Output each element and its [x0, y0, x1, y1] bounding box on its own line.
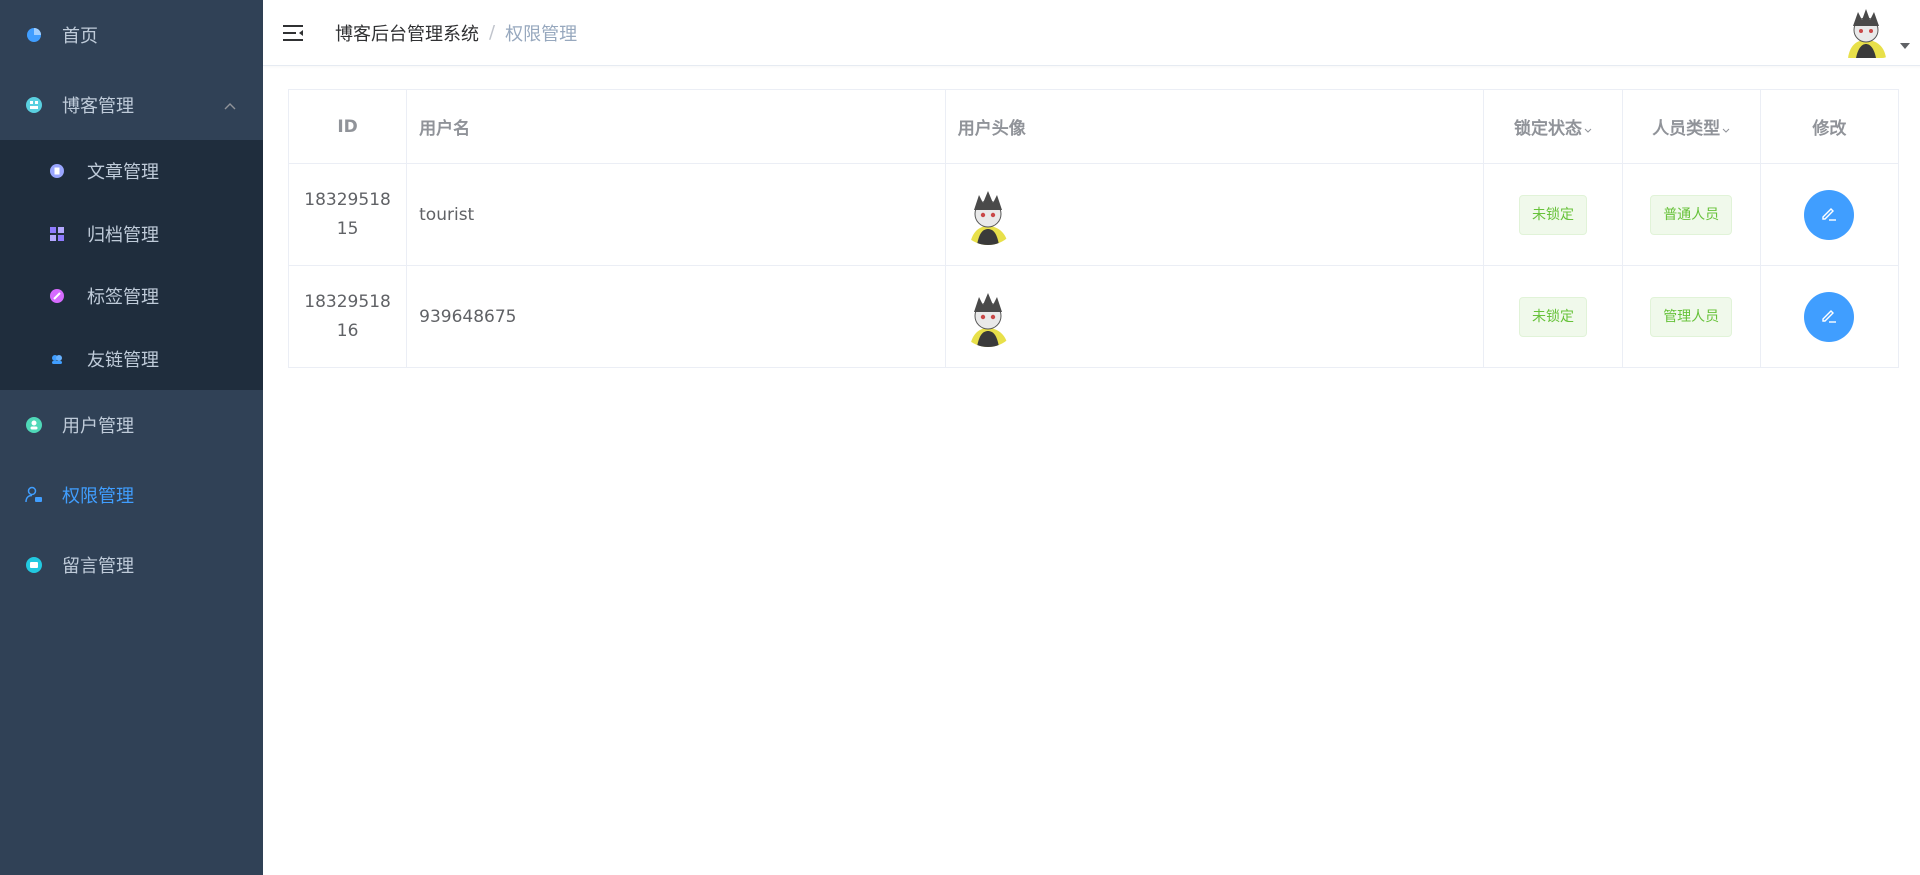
table-body: 1832951815 tourist 未锁定 普通人员 1832951816 9… [287, 163, 1900, 368]
cell-lock-status: 未锁定 [1483, 265, 1623, 368]
cell-edit [1759, 163, 1900, 266]
edit-icon [1820, 306, 1838, 327]
cell-id: 1832951816 [287, 265, 408, 368]
hamburger-icon[interactable] [283, 23, 305, 43]
sidebar-item-articles[interactable]: 文章管理 [0, 140, 263, 203]
permission-icon [25, 486, 43, 504]
tag-icon [50, 289, 64, 304]
sidebar-item-users[interactable]: 用户管理 [0, 390, 263, 460]
cell-avatar [944, 265, 1485, 368]
sidebar-item-label: 用户管理 [62, 416, 134, 437]
role-badge: 普通人员 [1650, 194, 1733, 235]
column-header-username: 用户名 [406, 89, 946, 164]
column-header-edit: 修改 [1759, 89, 1900, 164]
cell-edit [1759, 265, 1900, 368]
app-root: 首页 博客管理 文章管理 归档管理 标签管理 友链管理 用户管理 权限管理 留言… [0, 0, 1920, 875]
breadcrumb-separator: / [489, 22, 496, 43]
navbar: 博客后台管理系统 / 权限管理 [263, 0, 1920, 66]
sidebar-item-permissions[interactable]: 权限管理 [0, 460, 263, 530]
breadcrumb: 博客后台管理系统 / 权限管理 [335, 20, 577, 46]
cell-user-type: 普通人员 [1621, 163, 1761, 266]
sidebar-item-label: 友链管理 [87, 349, 159, 371]
filter-chevron-icon[interactable] [1722, 119, 1730, 139]
cell-avatar [944, 163, 1485, 266]
breadcrumb-current: 权限管理 [505, 23, 578, 45]
filter-chevron-icon[interactable] [1584, 119, 1592, 139]
column-header-label: 人员类型 [1652, 119, 1721, 139]
user-menu[interactable] [1840, 6, 1910, 58]
friend-link-icon [50, 352, 64, 366]
article-icon [50, 164, 64, 179]
edit-button[interactable] [1804, 189, 1855, 240]
table-row: 1832951815 tourist 未锁定 普通人员 [287, 163, 1900, 266]
message-icon [25, 556, 43, 574]
column-header-user-type[interactable]: 人员类型 [1621, 89, 1761, 164]
status-badge: 未锁定 [1519, 296, 1588, 337]
main-area: 博客后台管理系统 / 权限管理 ID 用户名 用户头像 锁定状态 人员类型 修改… [263, 0, 1920, 875]
avatar[interactable] [1840, 6, 1892, 58]
cell-id: 1832951815 [287, 163, 408, 266]
column-header-lock-status[interactable]: 锁定状态 [1483, 89, 1623, 164]
status-badge: 未锁定 [1519, 194, 1588, 235]
sidebar-item-label: 权限管理 [62, 486, 134, 507]
blog-icon [25, 96, 43, 114]
blog-submenu: 文章管理 归档管理 标签管理 友链管理 [0, 140, 263, 390]
cell-username: tourist [406, 163, 946, 266]
sidebar-item-home[interactable]: 首页 [0, 0, 263, 70]
cell-username: 939648675 [406, 265, 946, 368]
sidebar-item-messages[interactable]: 留言管理 [0, 530, 263, 600]
sidebar-item-friend-links[interactable]: 友链管理 [0, 328, 263, 391]
permissions-table: ID 用户名 用户头像 锁定状态 人员类型 修改 1832951815 tour… [287, 89, 1900, 368]
sidebar-item-label: 留言管理 [62, 556, 134, 577]
sidebar-item-label: 首页 [62, 26, 98, 47]
edit-button[interactable] [1804, 291, 1855, 342]
sidebar: 首页 博客管理 文章管理 归档管理 标签管理 友链管理 用户管理 权限管理 留言… [0, 0, 263, 875]
dashboard-icon [25, 26, 43, 44]
column-header-avatar: 用户头像 [944, 89, 1485, 164]
content-area: ID 用户名 用户头像 锁定状态 人员类型 修改 1832951815 tour… [263, 66, 1920, 368]
sidebar-item-label: 博客管理 [62, 96, 134, 117]
cell-lock-status: 未锁定 [1483, 163, 1623, 266]
user-icon [25, 416, 43, 434]
sidebar-item-archives[interactable]: 归档管理 [0, 203, 263, 266]
archive-icon [50, 226, 64, 241]
user-avatar-image [957, 286, 1018, 347]
cell-user-type: 管理人员 [1621, 265, 1761, 368]
sidebar-item-blog[interactable]: 博客管理 [0, 70, 263, 140]
breadcrumb-root[interactable]: 博客后台管理系统 [335, 20, 479, 46]
role-badge: 管理人员 [1650, 296, 1733, 337]
user-avatar-image [957, 184, 1018, 245]
chevron-up-icon [223, 98, 237, 112]
edit-icon [1820, 204, 1838, 225]
table-header: ID 用户名 用户头像 锁定状态 人员类型 修改 [287, 89, 1900, 164]
column-header-label: 锁定状态 [1514, 119, 1583, 139]
sidebar-item-label: 文章管理 [87, 162, 159, 184]
column-header-id: ID [287, 89, 408, 164]
caret-down-icon[interactable] [1900, 34, 1910, 53]
sidebar-item-tags[interactable]: 标签管理 [0, 265, 263, 328]
sidebar-item-label: 归档管理 [87, 224, 159, 246]
sidebar-item-label: 标签管理 [87, 287, 159, 309]
table-row: 1832951816 939648675 未锁定 管理人员 [287, 265, 1900, 368]
